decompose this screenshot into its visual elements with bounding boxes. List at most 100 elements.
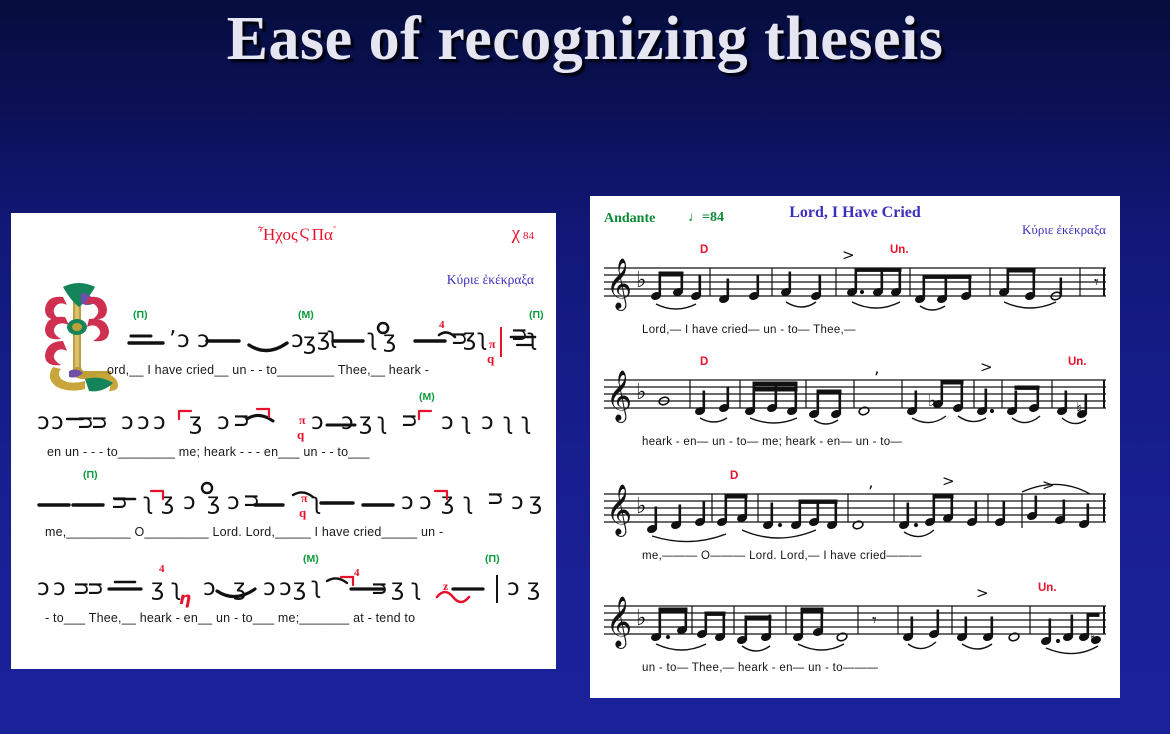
score-title: Lord, I Have Cried xyxy=(789,204,921,221)
svg-text:ʒ: ʒ xyxy=(189,409,202,435)
svg-text:ʅ: ʅ xyxy=(311,573,322,599)
svg-text:’: ’ xyxy=(868,483,873,503)
svg-text:ɔ: ɔ xyxy=(177,327,190,353)
svg-text:ʒ: ʒ xyxy=(391,575,404,601)
svg-text:ɔ: ɔ xyxy=(183,489,196,515)
svg-text:𝄞: 𝄞 xyxy=(606,596,632,649)
chord-cue: Un. xyxy=(890,244,909,256)
byzantine-line: (Μ) (Π) 4 𝞰 4 z ɔɔ ᴝᴝ ʒ ʅ ɔ ʒ ɔɔ ʒ ʅ ᴝ ʒ… xyxy=(11,553,556,645)
svg-text:>: > xyxy=(1042,476,1055,494)
staff-notation: 𝄞 ♭ xyxy=(604,358,1106,425)
svg-text:ʅ: ʅ xyxy=(503,409,514,435)
byzantine-line: (Μ) π q ɔɔ ᴝᴝ ɔɔ ɔ ʒ ɔ ᴝ ɔ ɔ ʒ ʅ ᴝ ɔ ʅ ɔ… xyxy=(11,391,556,479)
svg-text:’: ’ xyxy=(874,369,879,389)
svg-text:>: > xyxy=(842,246,855,264)
svg-text:ᴝ: ᴝ xyxy=(243,487,260,513)
svg-text:ʒ: ʒ xyxy=(293,575,306,601)
mode-base-mark: ˚ xyxy=(332,225,337,237)
staff-notation: 𝄞 ♭ xyxy=(604,472,1106,543)
svg-text:ʅ: ʅ xyxy=(477,325,488,351)
lyric-line: me,——— O——— Lord. Lord,— I have cried——— xyxy=(642,550,922,562)
svg-text:ʅ: ʅ xyxy=(171,575,182,601)
neume-group: ʼ ɔ ɔ ɔ ʒ ʒ ʅ ʅ ʒ ᴝ ʒ ʅ ᴝ ʅ xyxy=(11,313,556,367)
svg-text:ɔ: ɔ xyxy=(263,575,276,601)
svg-text:ɔ: ɔ xyxy=(197,327,210,353)
svg-text:>: > xyxy=(980,358,993,376)
mode-sign: Ϛ xyxy=(299,226,310,242)
western-score-image: Andante ♩=84 Lord, I Have Cried Κύριε ἐκ… xyxy=(590,196,1120,698)
svg-text:ʅ: ʅ xyxy=(367,325,378,351)
chord-cue: D xyxy=(730,470,739,482)
byzantine-chi-mark: χ 84 xyxy=(512,223,534,245)
neume-group: ɔɔ ᴝᴝ ɔɔ ɔ ʒ ɔ ᴝ ɔ ɔ ʒ ʅ ᴝ ɔ ʅ ɔ ʅ ʅ xyxy=(11,395,556,449)
svg-text:♭: ♭ xyxy=(928,391,936,411)
svg-text:♭: ♭ xyxy=(636,494,646,519)
svg-text:ʅ: ʅ xyxy=(411,575,422,601)
svg-text:ɔ: ɔ xyxy=(311,409,324,435)
page-title: Ease of recognizing theseis xyxy=(226,5,944,73)
svg-text:ʅ: ʅ xyxy=(463,489,474,515)
byzantine-header: Ἦχος Ϛ Πα˚ χ 84 Κύριε ἐκέκραξα xyxy=(11,213,556,287)
svg-text:ʒ: ʒ xyxy=(527,575,540,601)
lyric-line: - to___ Thee,__ heark - en__ un - to___ … xyxy=(45,611,416,625)
svg-text:ɔ: ɔ xyxy=(441,409,454,435)
svg-text:ɔ: ɔ xyxy=(37,575,50,601)
svg-text:ʒ: ʒ xyxy=(303,329,316,355)
mode-word: Ἦχος xyxy=(258,225,298,244)
neume-group: ɔɔ ᴝᴝ ʒ ʅ ɔ ʒ ɔɔ ʒ ʅ ᴝ ʒ ʅ ɔ ʒ xyxy=(11,561,556,615)
chord-cue: Un. xyxy=(1038,582,1057,594)
svg-text:>: > xyxy=(976,584,989,602)
svg-text:𝄾: 𝄾 xyxy=(872,610,877,631)
svg-text:ɔ: ɔ xyxy=(279,575,292,601)
staff-system: D Un. 𝄞 ♭ xyxy=(590,354,1120,464)
svg-text:ɔ: ɔ xyxy=(203,575,216,601)
chi-glyph: χ xyxy=(511,223,520,244)
byzantine-subtitle: Κύριε ἐκέκραξα xyxy=(446,272,534,287)
svg-text:ɔ: ɔ xyxy=(53,575,66,601)
byzantine-mode-label: Ἦχος Ϛ Πα˚ xyxy=(258,225,336,245)
svg-text:ɔ: ɔ xyxy=(227,489,240,515)
svg-text:ɔ: ɔ xyxy=(51,409,64,435)
lyric-line: Lord,— I have cried— un - to— Thee,— xyxy=(642,324,856,336)
svg-text:♭: ♭ xyxy=(636,380,646,405)
svg-text:ʅ: ʅ xyxy=(311,489,322,515)
svg-text:ʅ: ʅ xyxy=(377,409,388,435)
lyric-line: un - to— Thee,— heark - en— un - to——— xyxy=(642,662,879,674)
svg-text:ʅ: ʅ xyxy=(143,489,154,515)
svg-text:ɔ: ɔ xyxy=(507,575,520,601)
byzantine-line: (Π) (Μ) (Π) 4 π q ʼ ɔ ɔ ɔ ʒ ʒ ʅ ʅ ʒ ᴝ ʒ … xyxy=(11,309,556,397)
svg-text:>: > xyxy=(942,472,955,490)
svg-text:ᴝ: ᴝ xyxy=(87,575,104,601)
svg-text:♮: ♮ xyxy=(1090,630,1095,648)
svg-text:ʅ: ʅ xyxy=(521,409,532,435)
lyric-line: heark - en— un - to— me; heark - en— un … xyxy=(642,436,903,448)
lyric-line: me,_________ O_________ Lord. Lord,_____… xyxy=(45,525,444,539)
svg-text:ɔ: ɔ xyxy=(217,409,230,435)
svg-text:ᴝ: ᴝ xyxy=(111,489,128,515)
byzantine-line: (Π) π q ᴝ ʅ ʒ ɔ ʒ ɔ ᴝ ʅ ɔ ɔ ʒ ʅ ᴝ ɔ ʒ me… xyxy=(11,469,556,559)
lyric-line: ord,__ I have cried__ un - - to________ … xyxy=(107,363,430,377)
svg-text:ɔ: ɔ xyxy=(419,489,432,515)
svg-text:ɔ: ɔ xyxy=(37,409,50,435)
svg-text:ʅ: ʅ xyxy=(327,323,338,349)
staff-notation: 𝄞 ♭ xyxy=(604,246,1106,311)
lyric-line: en un - - - to________ me; heark - - - e… xyxy=(47,445,370,459)
svg-text:ʒ: ʒ xyxy=(151,575,164,601)
svg-text:𝄾: 𝄾 xyxy=(1094,272,1099,293)
chord-cue: D xyxy=(700,356,709,368)
svg-text:ɔ: ɔ xyxy=(401,489,414,515)
svg-text:ɔ: ɔ xyxy=(121,409,134,435)
svg-text:ɔ: ɔ xyxy=(137,409,150,435)
svg-text:ɔ: ɔ xyxy=(291,327,304,353)
neume-group: ᴝ ʅ ʒ ɔ ʒ ɔ ᴝ ʅ ɔ ɔ ʒ ʅ ᴝ ɔ ʒ xyxy=(11,475,556,529)
svg-text:𝄞: 𝄞 xyxy=(606,258,632,311)
svg-text:♭: ♭ xyxy=(636,268,646,293)
svg-text:♮: ♮ xyxy=(1076,399,1082,418)
svg-text:ɔ: ɔ xyxy=(341,409,354,435)
svg-text:ʒ: ʒ xyxy=(383,327,396,353)
chord-cue: D xyxy=(700,244,709,256)
svg-text:ɔ: ɔ xyxy=(481,409,494,435)
chord-cue: Un. xyxy=(1068,356,1087,368)
svg-text:ᴝ: ᴝ xyxy=(511,321,528,347)
western-header: Andante ♩=84 Lord, I Have Cried Κύριε ἐκ… xyxy=(590,196,1120,242)
